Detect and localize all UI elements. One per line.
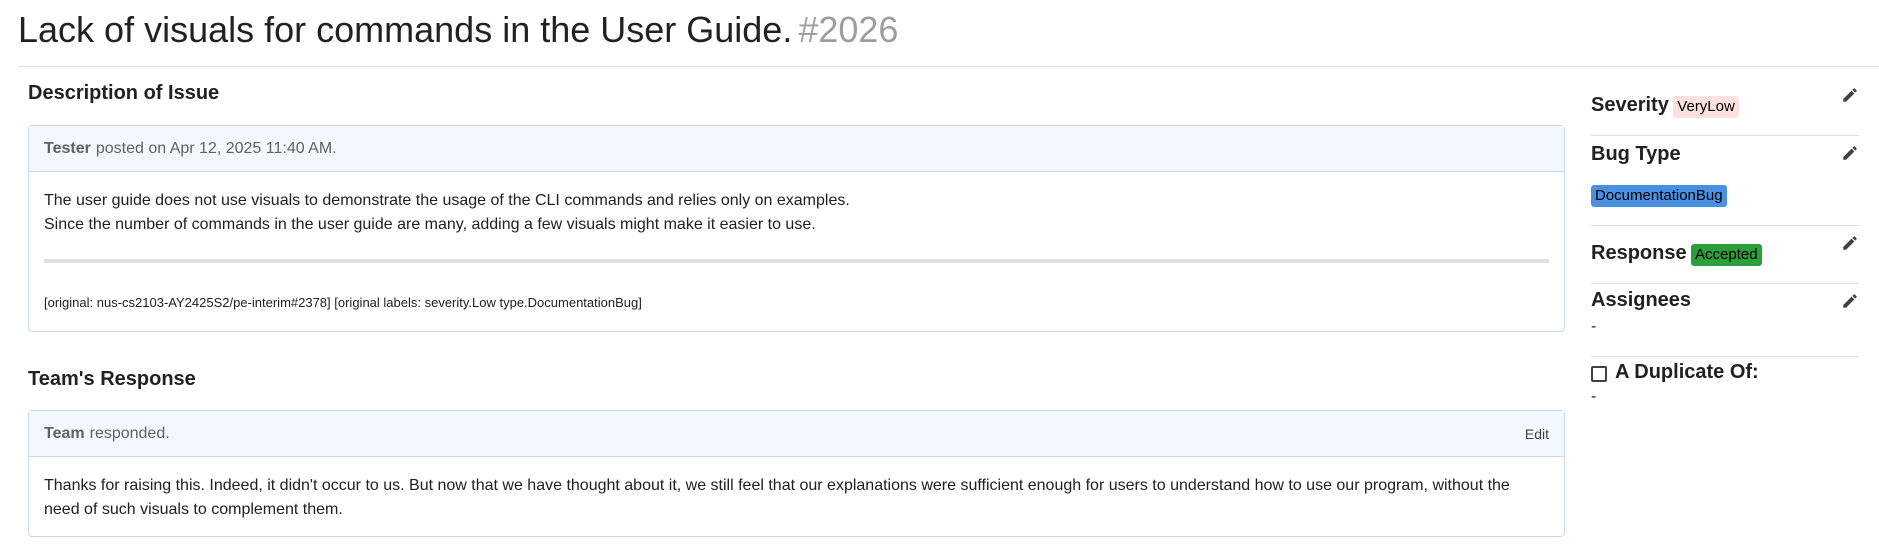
description-heading: Description of Issue [28, 82, 220, 104]
description-body: The user guide does not use visuals to d… [29, 172, 1564, 329]
severity-badge: VeryLow [1673, 95, 1739, 118]
response-label: Response [1591, 242, 1687, 264]
duplicate-section: A Duplicate Of: - [1591, 357, 1859, 406]
pencil-icon[interactable] [1841, 144, 1859, 162]
description-original: [original: nus-cs2103-AY2425S2/pe-interi… [44, 295, 642, 310]
response-text: Thanks for raising this. Indeed, it didn… [44, 477, 1510, 518]
edit-response-button[interactable]: Edit [1525, 426, 1549, 442]
bug-type-badge: DocumentationBug [1591, 185, 1727, 207]
description-meta: posted on Apr 12, 2025 11:40 AM. [95, 139, 337, 157]
duplicate-value: - [1591, 388, 1597, 405]
description-line: The user guide does not use visuals to d… [44, 192, 850, 209]
pencil-icon[interactable] [1841, 234, 1859, 252]
issue-number: #2026 [798, 9, 899, 50]
pencil-icon[interactable] [1841, 86, 1859, 104]
response-section: Response Accepted [1591, 226, 1859, 284]
pencil-icon[interactable] [1841, 292, 1859, 310]
response-author: Team [44, 424, 85, 442]
response-body: Thanks for raising this. Indeed, it didn… [29, 457, 1564, 536]
response-card-header: Team responded. Edit [29, 411, 1564, 457]
description-card: Tester posted on Apr 12, 2025 11:40 AM. … [28, 125, 1565, 332]
title-divider [18, 66, 1879, 67]
description-divider [44, 259, 1549, 263]
assignees-section: Assignees - [1591, 284, 1859, 357]
response-badge: Accepted [1691, 243, 1762, 266]
bug-type-section: Bug Type DocumentationBug [1591, 136, 1859, 226]
description-line: Since the number of commands in the user… [44, 216, 816, 233]
response-card: Team responded. Edit Thanks for raising … [28, 410, 1565, 537]
description-author: Tester [44, 139, 91, 157]
response-meta: responded. [89, 424, 170, 442]
duplicate-checkbox[interactable] [1591, 365, 1607, 382]
severity-section: Severity VeryLow [1591, 86, 1859, 136]
duplicate-label: A Duplicate Of: [1615, 361, 1759, 383]
response-heading: Team's Response [28, 368, 196, 390]
issue-title: Lack of visuals for commands in the User… [18, 6, 898, 54]
severity-label: Severity [1591, 94, 1669, 116]
issue-title-text: Lack of visuals for commands in the User… [18, 9, 793, 50]
issue-sidebar: Severity VeryLow Bug Type DocumentationB… [1591, 86, 1859, 406]
assignees-value: - [1591, 318, 1597, 335]
bug-type-label: Bug Type [1591, 143, 1681, 165]
assignees-label: Assignees [1591, 289, 1692, 311]
description-card-header: Tester posted on Apr 12, 2025 11:40 AM. [29, 126, 1564, 172]
